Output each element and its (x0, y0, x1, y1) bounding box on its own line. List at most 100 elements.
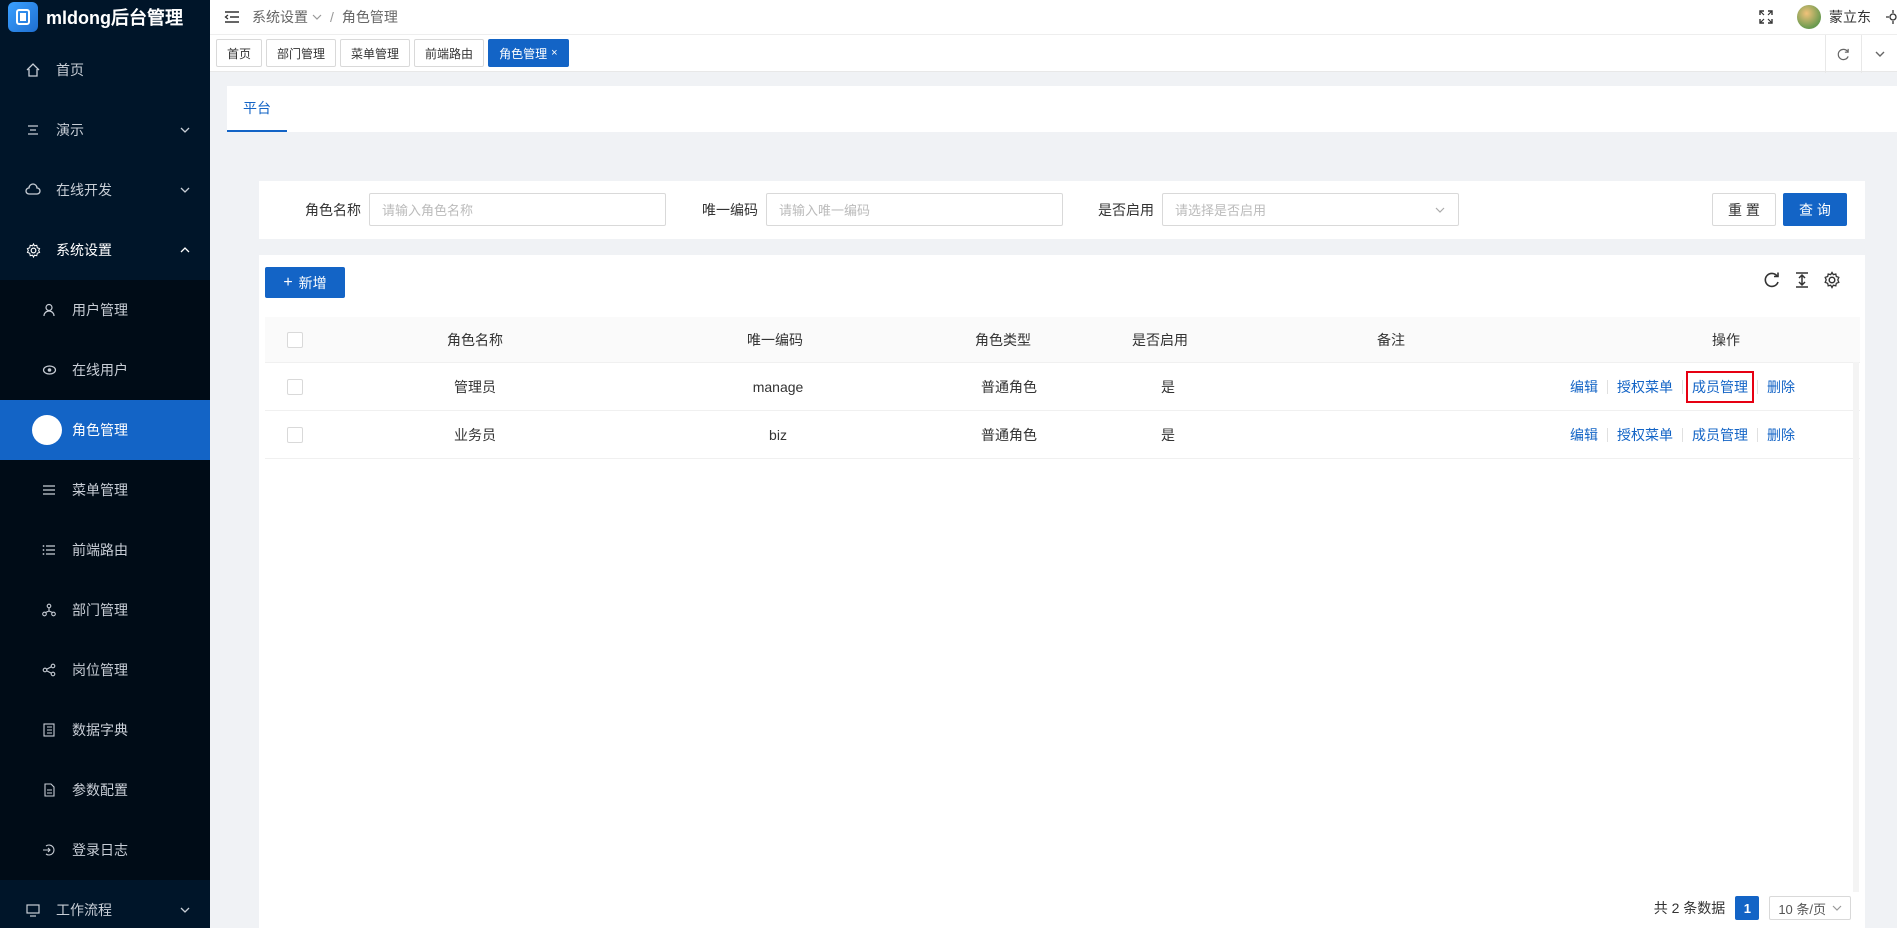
select-all-checkbox[interactable] (287, 331, 303, 348)
home-icon (24, 61, 42, 79)
add-button-label: 新增 (298, 274, 327, 291)
sidebar-item-home[interactable]: 首页 (0, 40, 210, 100)
table-header-row: 角色名称 唯一编码 角色类型 是否启用 备注 操作 (265, 317, 1860, 363)
tab-role-management[interactable]: 角色管理 × (488, 39, 569, 67)
tab-label: 部门管理 (277, 46, 326, 61)
reload-tab-button[interactable] (1825, 35, 1861, 73)
sidebar-item-online-dev[interactable]: 在线开发 (0, 160, 210, 220)
sidebar-item-online-users[interactable]: 在线用户 (0, 340, 210, 400)
sidebar-item-login-log[interactable]: 登录日志 (0, 820, 210, 880)
refresh-icon (1764, 272, 1779, 288)
query-button[interactable]: 查 询 (1783, 193, 1847, 226)
share-icon (40, 661, 58, 679)
code-input[interactable]: 请输入唯一编码 (766, 193, 1063, 226)
collapse-menu-button[interactable] (214, 0, 250, 34)
chevron-down-icon (180, 127, 190, 133)
sidebar: mldong后台管理 首页 演示 在线开发 系统设置 用户管理 在线用户 角色管… (0, 0, 210, 928)
tab-platform[interactable]: 平台 (227, 86, 287, 132)
member-management-link[interactable]: 成员管理 (1686, 370, 1754, 403)
chevron-down-icon (1832, 905, 1842, 911)
sidebar-item-parameter-config[interactable]: 参数配置 (0, 760, 210, 820)
breadcrumb-item[interactable]: 系统设置 (252, 7, 308, 27)
column-settings-button[interactable] (1823, 271, 1841, 289)
tab-label: 前端路由 (425, 46, 474, 61)
page-size-select[interactable]: 10 条/页 (1769, 896, 1851, 920)
file-icon (40, 781, 58, 799)
sidebar-item-workflow[interactable]: 工作流程 (0, 880, 210, 928)
app-logo[interactable]: mldong后台管理 (0, 0, 210, 34)
sidebar-item-menu-management[interactable]: 菜单管理 (0, 460, 210, 520)
code-label: 唯一编码 (702, 202, 758, 218)
action-divider (1682, 379, 1683, 394)
delete-link[interactable]: 删除 (1767, 425, 1795, 445)
edit-link[interactable]: 编辑 (1570, 425, 1598, 445)
sidebar-item-label: 前端路由 (72, 542, 128, 558)
sidebar-item-role-management[interactable]: 角色管理 (0, 400, 210, 460)
cell-enabled: 是 (1161, 378, 1175, 395)
enabled-placeholder: 请选择是否启用 (1175, 203, 1267, 218)
cell-role-name: 管理员 (454, 378, 496, 395)
sidebar-item-data-dictionary[interactable]: 数据字典 (0, 700, 210, 760)
sidebar-item-frontend-routes[interactable]: 前端路由 (0, 520, 210, 580)
enabled-select[interactable]: 请选择是否启用 (1162, 193, 1459, 226)
chevron-down-icon (1435, 207, 1445, 213)
avatar[interactable] (1797, 5, 1821, 29)
reset-button[interactable]: 重 置 (1712, 193, 1776, 226)
edit-link[interactable]: 编辑 (1570, 377, 1598, 397)
tab-home[interactable]: 首页 (216, 39, 263, 67)
login-icon (40, 841, 58, 859)
table-card: + 新增 角色名称 唯一编码 角色类型 是否启用 备注 操作 管理员 manag… (259, 255, 1865, 928)
platform-tab-strip: 平台 (227, 86, 1897, 132)
route-icon (40, 541, 58, 559)
sidebar-item-system-settings[interactable]: 系统设置 (0, 220, 210, 280)
column-height-button[interactable] (1793, 271, 1811, 289)
sidebar-item-label: 登录日志 (72, 842, 128, 858)
table-scrollbar[interactable] (1853, 362, 1859, 892)
sidebar-item-label: 在线开发 (56, 182, 112, 198)
tab-label: 首页 (227, 46, 252, 61)
action-divider (1682, 427, 1683, 442)
roles-table: 角色名称 唯一编码 角色类型 是否启用 备注 操作 管理员 manage 普通角… (265, 317, 1860, 459)
row-checkbox[interactable] (287, 426, 303, 443)
column-height-icon (1796, 272, 1808, 288)
tabs-bar: 首页 部门管理 菜单管理 前端路由 角色管理 × (210, 34, 1897, 73)
fullscreen-icon[interactable] (1759, 10, 1773, 24)
add-button[interactable]: + 新增 (265, 267, 345, 298)
demo-icon (24, 121, 42, 139)
sidebar-item-label: 首页 (56, 62, 84, 78)
table-toolbar (1763, 271, 1841, 289)
tab-menu-management[interactable]: 菜单管理 (340, 39, 411, 67)
role-name-input[interactable]: 请输入角色名称 (369, 193, 666, 226)
sidebar-item-label: 数据字典 (72, 722, 128, 738)
sidebar-item-label: 用户管理 (72, 302, 128, 318)
authorize-menu-link[interactable]: 授权菜单 (1617, 377, 1673, 397)
action-divider (1757, 427, 1758, 442)
sidebar-item-position-management[interactable]: 岗位管理 (0, 640, 210, 700)
sidebar-item-demo[interactable]: 演示 (0, 100, 210, 160)
delete-link[interactable]: 删除 (1767, 377, 1795, 397)
username[interactable]: 蒙立东 (1829, 7, 1871, 27)
chevron-down-icon (180, 907, 190, 913)
top-header: 系统设置 / 角色管理 蒙立东 (210, 0, 1897, 34)
authorize-menu-link[interactable]: 授权菜单 (1617, 425, 1673, 445)
refresh-icon (1837, 48, 1849, 60)
cell-enabled: 是 (1161, 426, 1175, 443)
sidebar-item-label: 岗位管理 (72, 662, 128, 678)
row-checkbox-cell (287, 411, 303, 458)
row-checkbox[interactable] (287, 378, 303, 395)
column-header: 备注 (1377, 331, 1405, 348)
page-number-button[interactable]: 1 (1735, 896, 1760, 920)
chevron-down-icon (1875, 51, 1884, 57)
user-icon (40, 301, 58, 319)
tabs-dropdown-button[interactable] (1861, 35, 1897, 73)
refresh-table-button[interactable] (1763, 271, 1781, 289)
online-icon (40, 361, 58, 379)
column-header: 唯一编码 (747, 331, 803, 348)
sidebar-item-user-management[interactable]: 用户管理 (0, 280, 210, 340)
tab-department-management[interactable]: 部门管理 (266, 39, 337, 67)
close-icon[interactable]: × (551, 47, 557, 59)
sidebar-item-department-management[interactable]: 部门管理 (0, 580, 210, 640)
member-management-link[interactable]: 成员管理 (1692, 425, 1748, 445)
gear-icon[interactable] (1885, 9, 1897, 25)
tab-frontend-routes[interactable]: 前端路由 (414, 39, 485, 67)
